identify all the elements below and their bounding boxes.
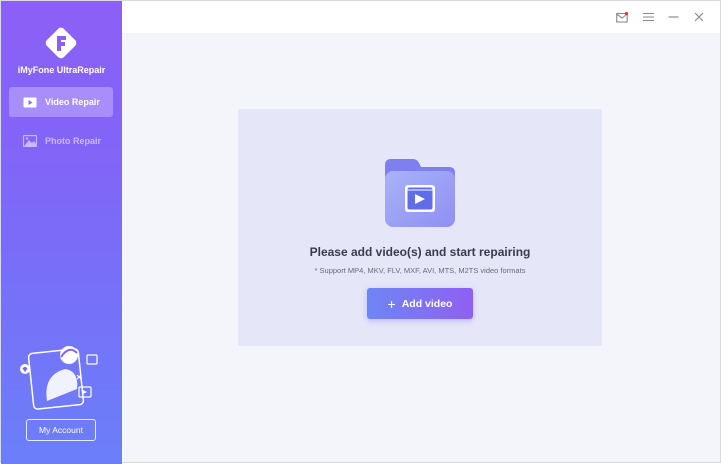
menu-icon[interactable] — [642, 11, 654, 23]
add-video-label: Add video — [401, 297, 453, 310]
account-illustration — [20, 346, 98, 410]
my-account-button[interactable]: My Account — [26, 419, 96, 441]
minimize-icon[interactable] — [667, 11, 679, 23]
main-panel: Please add video(s) and start repairing … — [122, 33, 720, 462]
app-window: iMyFone UltraRepair Video Repair Photo R… — [0, 0, 721, 464]
drop-zone-title: Please add video(s) and start repairing — [309, 245, 531, 259]
sidebar-item-video-repair[interactable]: Video Repair — [9, 87, 113, 117]
plus-icon: + — [387, 295, 396, 312]
video-icon — [23, 96, 37, 108]
app-logo — [45, 27, 77, 59]
video-drop-zone[interactable]: Please add video(s) and start repairing … — [238, 109, 602, 346]
sidebar: iMyFone UltraRepair Video Repair Photo R… — [1, 1, 122, 464]
close-icon[interactable] — [693, 11, 705, 23]
image-icon — [23, 135, 37, 147]
video-folder-icon — [385, 159, 455, 227]
sidebar-item-label: Photo Repair — [45, 136, 102, 146]
app-name: iMyFone UltraRepair — [17, 65, 106, 75]
mail-icon[interactable] — [616, 11, 628, 23]
sidebar-item-label: Video Repair — [45, 97, 100, 107]
title-bar — [122, 1, 720, 33]
supported-formats-text: * Support MP4, MKV, FLV, MXF, AVI, MTS, … — [314, 266, 526, 275]
add-video-button[interactable]: + Add video — [367, 288, 473, 319]
sidebar-item-photo-repair[interactable]: Photo Repair — [9, 126, 113, 156]
